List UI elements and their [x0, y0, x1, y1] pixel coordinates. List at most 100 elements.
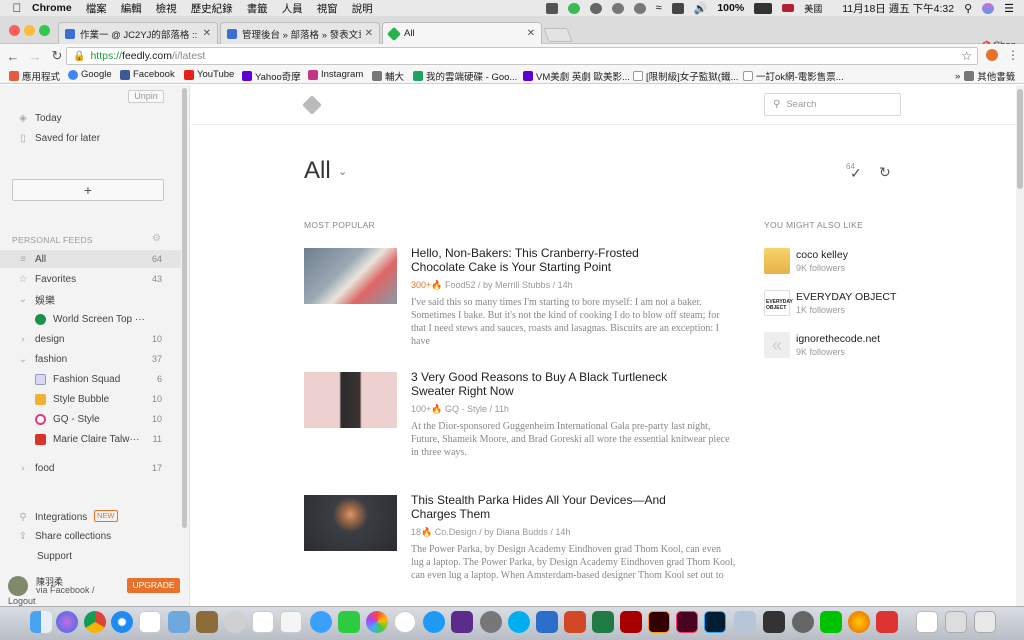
article-thumbnail[interactable] [304, 372, 397, 428]
gear-icon[interactable]: ⚙ [152, 233, 161, 244]
reload-button[interactable]: ↻ [48, 48, 66, 64]
forward-button[interactable]: → [26, 49, 44, 64]
sidebar-item-support[interactable]: Support [0, 547, 181, 565]
notification-center-icon[interactable]: ☰ [1004, 2, 1014, 15]
sidebar-category-fashion[interactable]: ⌄ fashion 37 [0, 350, 181, 368]
launchpad-icon[interactable] [224, 611, 246, 633]
settings-app-icon[interactable] [792, 611, 814, 633]
sidebar-feed-fashion-squad[interactable]: Fashion Squad 6 [0, 370, 181, 388]
chrome-menu-icon[interactable]: ⋮ [1007, 48, 1019, 62]
back-button[interactable]: ← [4, 49, 22, 64]
status-app-icon[interactable] [545, 2, 558, 14]
bookmark-page[interactable]: 一訂ok網-電影售票... [743, 69, 844, 83]
sidebar-item-integrations[interactable]: ⚲ Integrations NEW [0, 508, 181, 526]
word-icon[interactable] [536, 611, 558, 633]
search-input[interactable]: ⚲ Search [764, 93, 901, 116]
clock[interactable]: 11月18日 週五 下午4:32 [842, 1, 954, 16]
chevron-down-icon[interactable]: ⌄ [338, 165, 347, 178]
sidebar-feed-world-screen[interactable]: World Screen Top ··· [0, 310, 181, 328]
bookmark-apps[interactable]: 應用程式 [9, 69, 60, 83]
minimize-window-icon[interactable] [24, 25, 35, 36]
bookmark-page[interactable]: [限制級]女子監獄(鐵... [633, 69, 738, 83]
address-bar[interactable]: 🔒 https:// feedly.com /i/latest ☆ [66, 47, 978, 65]
add-content-button[interactable]: + [12, 179, 164, 201]
document-icon[interactable] [916, 611, 938, 633]
battery-percent[interactable]: 100% [717, 2, 744, 14]
article-title[interactable]: 3 Very Good Reasons to Buy A Black Turtl… [411, 370, 683, 398]
imovie-icon[interactable] [451, 611, 473, 633]
menu-history[interactable]: 歷史紀錄 [191, 1, 233, 16]
logout-link[interactable]: Logout [8, 596, 36, 606]
suggestion-name[interactable]: coco kelley [796, 249, 848, 261]
close-tab-icon[interactable]: ✕ [365, 28, 373, 39]
bookmark-folder[interactable]: 輔大 [372, 69, 404, 83]
sidebar-item-today[interactable]: ◈ Today [0, 109, 181, 127]
finalcut-icon[interactable] [763, 611, 785, 633]
menu-window[interactable]: 視窗 [317, 1, 338, 16]
preview-icon[interactable] [168, 611, 190, 633]
menu-file[interactable]: 檔案 [86, 1, 107, 16]
us-flag-icon[interactable] [782, 4, 795, 12]
app-store-icon[interactable] [423, 611, 445, 633]
article-thumbnail[interactable] [304, 248, 397, 304]
sidebar-item-all[interactable]: ≡ All 64 [0, 250, 181, 268]
trash-icon[interactable] [974, 611, 996, 633]
suggestion-item[interactable]: « ignorethecode.net 9K followers [764, 332, 924, 362]
sync-icon[interactable] [633, 2, 646, 14]
unpin-button[interactable]: Unpin [128, 90, 164, 103]
suggestion-name[interactable]: EVERYDAY OBJECT [796, 291, 896, 303]
suggestion-name[interactable]: ignorethecode.net [796, 333, 880, 345]
reminders-icon[interactable] [280, 611, 302, 633]
indesign-icon[interactable] [676, 611, 698, 633]
close-window-icon[interactable] [9, 25, 20, 36]
bookmark-facebook[interactable]: Facebook [120, 69, 175, 80]
scrollbar-thumb[interactable] [1017, 89, 1023, 189]
bookmark-yahoo[interactable]: Yahoo奇摩 [242, 69, 301, 83]
sidebar-feed-marie-claire[interactable]: Marie Claire Talw··· 11 [0, 430, 181, 448]
bookmark-instagram[interactable]: Instagram [308, 69, 363, 80]
finder-icon[interactable] [30, 611, 52, 633]
menu-bookmarks[interactable]: 書籤 [247, 1, 268, 16]
refresh-icon[interactable]: ↻ [879, 164, 891, 181]
browser-tab-active[interactable]: All ✕ [382, 22, 542, 44]
input-language[interactable]: 美國 [804, 2, 822, 15]
sidebar-feed-gq-style[interactable]: GQ - Style 10 [0, 410, 181, 428]
menu-view[interactable]: 檢視 [156, 1, 177, 16]
calendar-icon[interactable] [139, 611, 161, 633]
illustrator-icon[interactable] [648, 611, 670, 633]
close-tab-icon[interactable]: ✕ [203, 28, 211, 39]
sidebar-item-share[interactable]: ⇪ Share collections [0, 527, 181, 545]
photos-icon[interactable] [366, 611, 388, 633]
menu-help[interactable]: 說明 [352, 1, 373, 16]
photoshop-icon[interactable] [704, 611, 726, 633]
system-preferences-icon[interactable] [480, 611, 502, 633]
article-thumbnail[interactable] [304, 495, 397, 551]
textedit-icon[interactable] [252, 611, 274, 633]
battery-icon[interactable] [754, 2, 773, 14]
mark-as-read-icon[interactable]: ✓ [850, 165, 862, 182]
popcorn-icon[interactable] [876, 611, 898, 633]
volume-icon[interactable]: 🔊 [694, 2, 708, 15]
sidebar-feed-style-bubble[interactable]: Style Bubble 10 [0, 390, 181, 408]
sidebar-scrollbar[interactable] [182, 88, 187, 528]
menu-edit[interactable]: 編輯 [121, 1, 142, 16]
sidebar-category-food[interactable]: › food 17 [0, 459, 181, 477]
avatar[interactable] [8, 576, 28, 596]
suggestion-item[interactable]: EVERYDAY OBJECT EVERYDAY OBJECT 1K follo… [764, 290, 924, 320]
close-tab-icon[interactable]: ✕ [527, 28, 535, 39]
sidebar-category-entertainment[interactable]: ⌄ 娛樂 [0, 290, 181, 308]
airplay-icon[interactable] [671, 2, 684, 14]
bookmark-google[interactable]: Google [68, 69, 112, 80]
sidebar-item-saved[interactable]: ▯ Saved for later [0, 129, 181, 147]
bookmark-vm[interactable]: VM美劇 英劇 歐美影... [523, 69, 630, 83]
sidebar-item-favorites[interactable]: ☆ Favorites 43 [0, 270, 181, 288]
extension-icon[interactable] [986, 49, 998, 61]
feedly-logo-icon[interactable] [302, 95, 322, 115]
menu-people[interactable]: 人員 [282, 1, 303, 16]
firefox-icon[interactable] [848, 611, 870, 633]
siri-icon[interactable] [56, 611, 78, 633]
sidebar-category-design[interactable]: › design 10 [0, 330, 181, 348]
article-title[interactable]: Hello, Non-Bakers: This Cranberry-Froste… [411, 246, 683, 274]
image-capture-icon[interactable] [734, 611, 756, 633]
notebook-icon[interactable] [196, 611, 218, 633]
